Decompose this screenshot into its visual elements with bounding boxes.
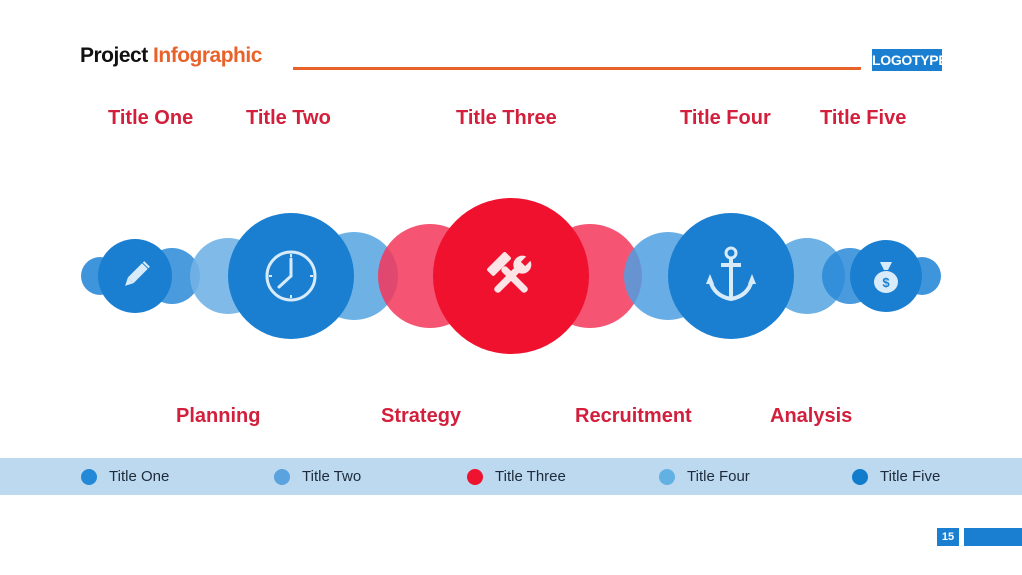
node-2: [228, 213, 354, 339]
legend-label: Title Four: [687, 468, 750, 485]
legend-label: Title Two: [302, 468, 362, 485]
legend-label: Title One: [109, 468, 170, 485]
bottom-label-3: Recruitment: [575, 405, 692, 427]
legend-item-2: Title Two: [274, 458, 361, 495]
legend-dot: [852, 468, 868, 485]
legend-dot: [659, 468, 675, 485]
legend-dot: [81, 468, 97, 485]
legend-item-3: Title Three: [467, 458, 566, 495]
node-3: [433, 198, 589, 354]
legend-label: Title Three: [495, 468, 566, 485]
bottom-label-4: Analysis: [770, 405, 853, 427]
bottom-label-2: Strategy: [381, 405, 462, 427]
node-1: [98, 239, 172, 313]
page-bar: [964, 528, 1022, 546]
legend-label: Title Five: [880, 468, 941, 485]
page-number: 15: [937, 528, 959, 546]
legend-item-4: Title Four: [659, 458, 750, 495]
legend-item-5: Title Five: [852, 458, 940, 495]
node-5: $: [850, 240, 922, 312]
svg-text:$: $: [882, 275, 890, 290]
legend-dot: [467, 468, 483, 485]
legend: Title One Title Two Title Three Title Fo…: [0, 458, 1022, 495]
bottom-label-1: Planning: [176, 405, 261, 427]
legend-item-1: Title One: [81, 458, 169, 495]
legend-dot: [274, 468, 290, 485]
node-4: [668, 213, 794, 339]
